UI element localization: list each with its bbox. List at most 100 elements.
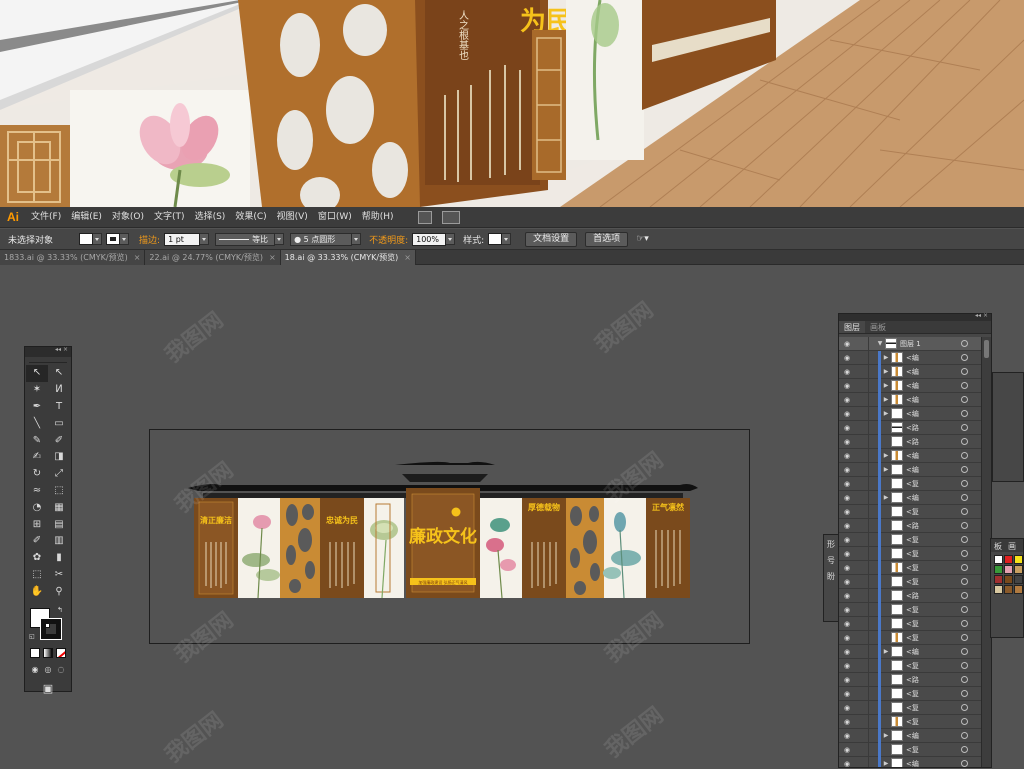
document-setup-button[interactable]: 文档设置: [525, 231, 578, 247]
expand-arrow-icon[interactable]: ▶: [881, 368, 891, 375]
line-tool-icon[interactable]: ╲: [26, 415, 48, 432]
visibility-eye-icon[interactable]: ◉: [839, 396, 855, 404]
tab-artboards[interactable]: 画板: [865, 321, 891, 333]
target-circle-icon[interactable]: [961, 340, 968, 347]
expand-arrow-icon[interactable]: ▼: [875, 340, 885, 347]
layer-row[interactable]: ◉ ▶ <编: [839, 406, 982, 421]
swatch[interactable]: [1004, 555, 1013, 564]
expand-arrow-icon[interactable]: ▶: [881, 494, 891, 501]
expand-arrow-icon[interactable]: ▶: [881, 354, 891, 361]
lock-toggle[interactable]: [855, 658, 869, 673]
visibility-eye-icon[interactable]: ◉: [839, 438, 855, 446]
artboard-tool-icon[interactable]: ⬚: [26, 567, 48, 584]
target-circle-icon[interactable]: [961, 634, 968, 641]
opacity-dropdown-icon[interactable]: [446, 233, 456, 245]
lock-toggle[interactable]: [855, 420, 869, 435]
hand-tool-icon[interactable]: ✋: [26, 583, 48, 600]
layer-row[interactable]: ◉ <复: [839, 742, 982, 757]
rotate-tool-icon[interactable]: ↻: [26, 466, 48, 483]
lock-toggle[interactable]: [855, 378, 869, 393]
swatch[interactable]: [1004, 565, 1013, 574]
expand-arrow-icon[interactable]: ▶: [881, 396, 891, 403]
dock-glyph-3[interactable]: 盼: [824, 567, 838, 583]
layer-row[interactable]: ◉ ▶ <编: [839, 462, 982, 477]
layer-row[interactable]: ◉ <复: [839, 546, 982, 561]
menu-help[interactable]: 帮助(H): [357, 207, 399, 228]
visibility-eye-icon[interactable]: ◉: [839, 606, 855, 614]
visibility-eye-icon[interactable]: ◉: [839, 564, 855, 572]
tools-panel-header[interactable]: [25, 346, 71, 357]
target-circle-icon[interactable]: [961, 760, 968, 767]
lock-toggle[interactable]: [855, 504, 869, 519]
lock-toggle[interactable]: [855, 686, 869, 701]
none-mode-icon[interactable]: [56, 648, 66, 659]
visibility-eye-icon[interactable]: ◉: [839, 746, 855, 754]
style-swatch[interactable]: [488, 233, 503, 245]
layer-row[interactable]: ◉ ▶ <编: [839, 392, 982, 407]
lock-toggle[interactable]: [855, 490, 869, 505]
lock-toggle[interactable]: [855, 518, 869, 533]
eraser-tool-icon[interactable]: ◨: [48, 449, 70, 466]
layer-row[interactable]: ◉ ▶ <编: [839, 490, 982, 505]
lock-toggle[interactable]: [855, 714, 869, 729]
paintbrush-tool-icon[interactable]: ✎: [26, 432, 48, 449]
lock-toggle[interactable]: [855, 364, 869, 379]
visibility-eye-icon[interactable]: ◉: [839, 466, 855, 474]
visibility-eye-icon[interactable]: ◉: [839, 480, 855, 488]
visibility-eye-icon[interactable]: ◉: [839, 522, 855, 530]
target-circle-icon[interactable]: [961, 508, 968, 515]
target-circle-icon[interactable]: [961, 690, 968, 697]
stroke-profile-dropdown-icon[interactable]: [275, 233, 285, 245]
target-circle-icon[interactable]: [961, 662, 968, 669]
target-circle-icon[interactable]: [961, 732, 968, 739]
expand-arrow-icon[interactable]: ▶: [881, 452, 891, 459]
brush-dropdown-icon[interactable]: [352, 233, 362, 245]
close-icon[interactable]: ×: [269, 250, 276, 265]
lock-toggle[interactable]: [855, 728, 869, 743]
lock-toggle[interactable]: [855, 742, 869, 757]
lock-toggle[interactable]: [855, 588, 869, 603]
layer-row[interactable]: ◉ <复: [839, 532, 982, 547]
target-circle-icon[interactable]: [961, 424, 968, 431]
layer-row[interactable]: ◉ <路: [839, 518, 982, 533]
expand-arrow-icon[interactable]: ▶: [881, 410, 891, 417]
layer-row[interactable]: ◉ <复: [839, 602, 982, 617]
menu-view[interactable]: 视图(V): [272, 207, 313, 228]
scale-tool-icon[interactable]: ⤢: [48, 466, 70, 483]
tab-swatch-paint[interactable]: 画: [1008, 541, 1016, 552]
visibility-eye-icon[interactable]: ◉: [839, 634, 855, 642]
tab-layers[interactable]: 图层: [839, 321, 865, 333]
visibility-eye-icon[interactable]: ◉: [839, 382, 855, 390]
visibility-eye-icon[interactable]: ◉: [839, 410, 855, 418]
visibility-eye-icon[interactable]: ◉: [839, 508, 855, 516]
screen-mode-icon[interactable]: ▣: [43, 682, 54, 695]
fill-swatch[interactable]: [79, 233, 94, 245]
target-circle-icon[interactable]: [961, 620, 968, 627]
stroke-weight-field[interactable]: 1 pt: [164, 232, 201, 246]
target-circle-icon[interactable]: [961, 536, 968, 543]
column-graph-tool-icon[interactable]: ▮: [48, 550, 70, 567]
stroke-profile-field[interactable]: 等比: [215, 232, 276, 246]
visibility-eye-icon[interactable]: ◉: [839, 676, 855, 684]
layer-row[interactable]: ◉ ▶ <编: [839, 364, 982, 379]
draw-behind-icon[interactable]: ◎: [43, 664, 53, 674]
layer-row[interactable]: ◉ <复: [839, 560, 982, 575]
stroke-swatch[interactable]: [106, 233, 121, 245]
draw-normal-icon[interactable]: ◉: [30, 664, 40, 674]
visibility-eye-icon[interactable]: ◉: [839, 536, 855, 544]
swatch[interactable]: [1014, 585, 1023, 594]
menu-window[interactable]: 窗口(W): [313, 207, 357, 228]
target-circle-icon[interactable]: [961, 550, 968, 557]
color-mode-icon[interactable]: [30, 648, 40, 659]
lock-toggle[interactable]: [855, 448, 869, 463]
layer-row[interactable]: ◉ <复: [839, 658, 982, 673]
visibility-eye-icon[interactable]: ◉: [839, 340, 855, 348]
visibility-eye-icon[interactable]: ◉: [839, 550, 855, 558]
target-circle-icon[interactable]: [961, 480, 968, 487]
default-colors-icon[interactable]: ◱: [29, 633, 35, 640]
stroke-weight-dropdown-icon[interactable]: [200, 233, 210, 245]
swatch[interactable]: [1014, 565, 1023, 574]
target-circle-icon[interactable]: [961, 368, 968, 375]
lock-toggle[interactable]: [855, 574, 869, 589]
expand-arrow-icon[interactable]: ▶: [881, 732, 891, 739]
